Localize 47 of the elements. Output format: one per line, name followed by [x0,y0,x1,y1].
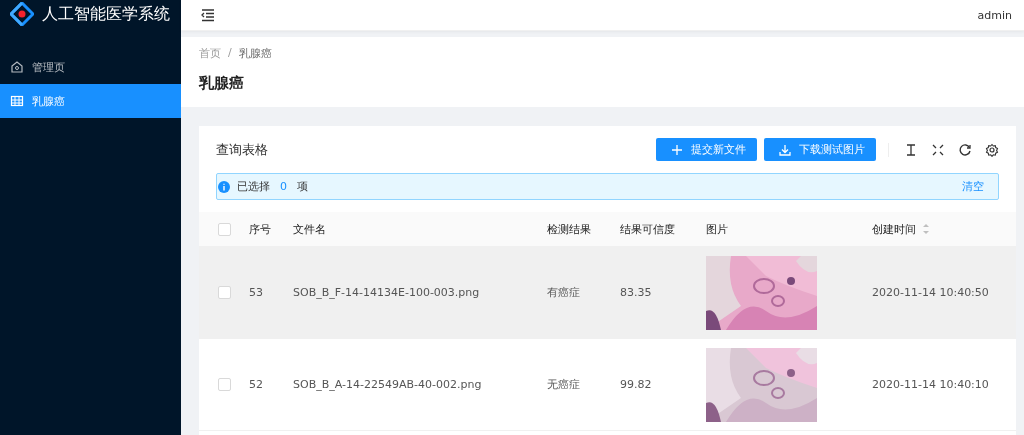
table-cell: 52 [249,378,263,391]
table-cell: 53 [249,286,263,299]
house-icon [10,60,24,74]
table-cell: 2020-11-14 10:40:50 [872,286,989,299]
clear-link[interactable]: 清空 [962,179,984,194]
alert-text: 项 [297,179,308,194]
table-row[interactable]: 53 SOB_B_F-14-14134E-100-003.png 有癌症 83.35 2020-11-14 10:40:50 [199,247,1016,339]
breadcrumb-item: 乳腺癌 [238,46,272,61]
download-icon [778,142,792,157]
table-cell: 无癌症 [547,377,580,392]
table-row[interactable]: 52 SOB_B_A-14-22549AB-40-002.png 无癌症 99.82 2020-11-14 10:40:10 [199,339,1016,431]
card-title: 查询表格 [216,140,268,159]
column-header: 检测结果 [547,221,591,237]
reload-icon[interactable] [958,142,972,157]
user-name[interactable]: admin [977,8,1012,22]
column-header: 结果可信度 [620,221,675,237]
checkbox[interactable] [217,222,231,236]
plus-icon [670,142,684,157]
column-header: 创建时间 [872,221,916,237]
fullscreen-icon[interactable] [931,142,945,157]
table-cell: SOB_B_F-14-14134E-100-003.png [293,286,480,299]
table-cell: 2020-11-14 10:40:10 [872,378,989,391]
column-header: 文件名 [293,221,326,237]
column-header: 图片 [706,221,728,237]
toolbar-button[interactable]: 提交新文件 [656,138,757,161]
table-cell: 有癌症 [547,285,580,300]
density-icon[interactable] [904,142,918,157]
sidebar-item[interactable]: 管理页 [0,50,181,84]
table-cell: SOB_B_A-14-22549AB-40-002.png [293,378,482,391]
page-title: 乳腺癌 [199,74,245,93]
table-icon [10,94,24,108]
table-cell: 83.35 [620,286,652,299]
sidebar-item[interactable]: 乳腺癌 [0,84,181,118]
checkbox[interactable] [217,286,231,299]
column-header: 序号 [249,221,271,237]
logo-icon [10,2,34,26]
settings-icon[interactable] [985,142,999,157]
table-cell: 99.82 [620,378,652,391]
menu-icon[interactable] [200,7,216,23]
app-title: 人工智能医学系统 [42,3,170,25]
alert-text: 已选择 [237,179,270,194]
breadcrumb-item[interactable]: 首页 [199,46,221,61]
breadcrumb-separator: / [228,46,232,61]
info-icon [217,179,231,194]
checkbox[interactable] [217,378,231,391]
selected-count: 0 [280,180,287,193]
toolbar-button[interactable]: 下载测试图片 [764,138,876,161]
